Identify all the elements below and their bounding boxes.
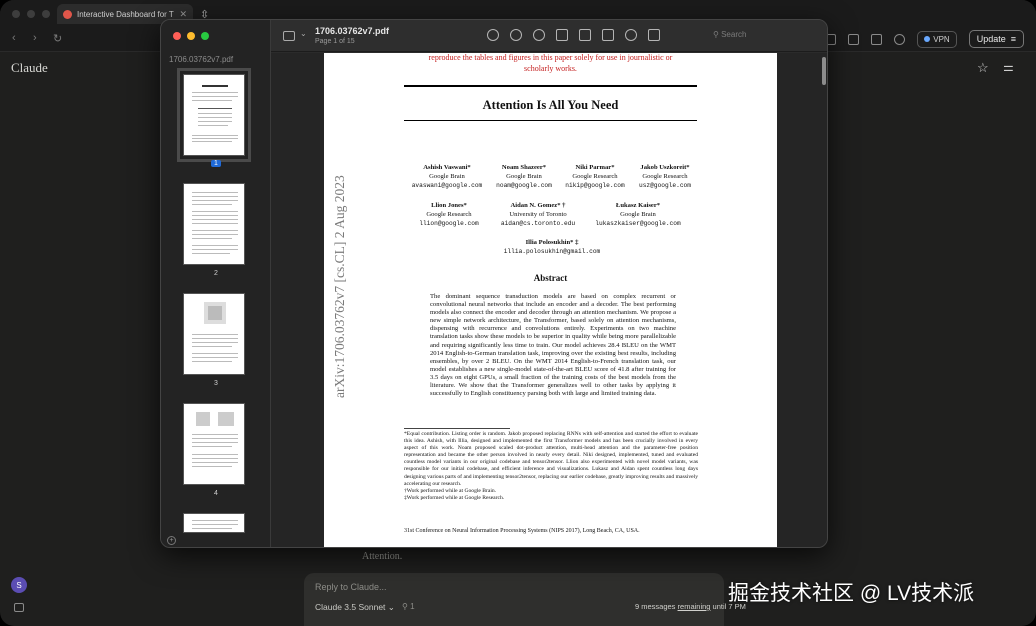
- info-icon[interactable]: [487, 29, 499, 41]
- footnote-ddagger: ‡Work performed while at Google Research…: [404, 494, 505, 501]
- sidebar-filename: 1706.03762v7.pdf: [169, 55, 234, 64]
- screenshot-icon[interactable]: [848, 33, 860, 45]
- thumbnail-number: 4: [214, 490, 218, 497]
- forward-icon[interactable]: ›: [33, 32, 37, 44]
- tab-favicon-icon: [63, 9, 72, 19]
- tab-title: Interactive Dashboard for Tra: [77, 9, 175, 19]
- search-placeholder: Search: [721, 30, 747, 39]
- author-block: Illia Polosukhin* ‡ illia.polosukhin@gmai…: [503, 239, 601, 255]
- preview-tools: [487, 29, 660, 41]
- author-block: Aidan N. Gomez* † University of Toronto ai…: [500, 202, 576, 227]
- zoom-out-icon[interactable]: [510, 29, 522, 41]
- thumbnail-number: 3: [214, 380, 218, 387]
- abstract-heading: Abstract: [533, 273, 568, 283]
- update-label: Update: [976, 34, 1006, 44]
- page-thumbnail[interactable]: [183, 183, 245, 265]
- model-selector[interactable]: Claude 3.5 Sonnet ⌄: [315, 602, 395, 613]
- watermark: 掘金技术社区 @ LV技术派: [728, 582, 975, 605]
- footnote-rule: [404, 428, 510, 429]
- author-block: Ashish Vaswani* Google Brain avaswani@goog…: [411, 164, 483, 189]
- markup-toolbar-icon[interactable]: [625, 29, 637, 41]
- close-window-button[interactable]: [173, 32, 181, 40]
- document-filename: 1706.03762v7.pdf: [315, 26, 390, 36]
- author-block: Jakob Uszkoreit* Google Research usz@googl…: [639, 164, 691, 189]
- form-fill-icon[interactable]: [648, 29, 660, 41]
- chat-partial-text: Attention.: [362, 551, 403, 562]
- window-controls[interactable]: [12, 10, 50, 18]
- thumbnail-number: 1: [161, 160, 271, 167]
- zoom-window-button[interactable]: [201, 32, 209, 40]
- search-field[interactable]: ⚲ Search: [713, 30, 746, 39]
- messages-prefix: 9 messages: [635, 602, 678, 611]
- attachment-button[interactable]: ⚲ 1: [402, 602, 415, 611]
- markup-pen-icon[interactable]: [579, 29, 591, 41]
- preview-toolbar: ⌄ 1706.03762v7.pdf Page 1 of 15 ⚲ Search: [271, 20, 827, 52]
- author-block: Noam Shazeer* Google Brain noam@google.com: [496, 164, 552, 189]
- preview-window: 1706.03762v7.pdf 1 2 3 4 + ⌄ 1706.03762v…: [160, 19, 828, 548]
- footnotes: *Equal contribution. Listing order is ra…: [404, 431, 698, 502]
- reply-placeholder: Reply to Claude...: [315, 582, 387, 592]
- vpn-button[interactable]: VPN: [917, 30, 957, 48]
- author-block: Llion Jones* Google Research llion@google.…: [419, 202, 479, 227]
- desktop-screen: Interactive Dashboard for Tra ✕ ⇳ ‹ › ↻ …: [0, 0, 1036, 626]
- minimize-window-button[interactable]: [187, 32, 195, 40]
- permission-line-1: reproduce the tables and figures in this…: [428, 53, 673, 62]
- document-viewport[interactable]: reproduce the tables and figures in this…: [271, 53, 827, 547]
- back-icon[interactable]: ‹: [12, 32, 16, 44]
- page-thumbnail[interactable]: [177, 68, 251, 162]
- reload-icon[interactable]: ↻: [53, 32, 62, 45]
- arxiv-stamp: arXiv:1706.03762v7 [cs.CL] 2 Aug 2023: [332, 175, 347, 398]
- sidebar-view-icon[interactable]: [283, 31, 295, 41]
- permission-notice: reproduce the tables and figures in this…: [324, 53, 777, 74]
- page-thumbnail[interactable]: [183, 403, 245, 485]
- footnote-dagger: †Work performed while at Google Brain.: [404, 487, 497, 494]
- rotate-icon[interactable]: [602, 29, 614, 41]
- paper-title: Attention Is All You Need: [482, 98, 619, 112]
- avatar[interactable]: S: [11, 577, 27, 593]
- wallet-icon[interactable]: [894, 33, 906, 45]
- zoom-in-icon[interactable]: [533, 29, 545, 41]
- share-icon[interactable]: [556, 29, 568, 41]
- sidebar-icon[interactable]: [871, 33, 883, 45]
- reply-input[interactable]: Reply to Claude... Claude 3.5 Sonnet ⌄ ⚲…: [304, 573, 724, 626]
- star-icon[interactable]: ☆: [977, 60, 989, 76]
- vpn-label: VPN: [933, 34, 950, 44]
- conference-note: 31st Conference on Neural Information Pr…: [404, 528, 640, 534]
- page-thumbnail[interactable]: [183, 293, 245, 375]
- page-thumbnail[interactable]: [183, 513, 245, 533]
- author-block: Niki Parmar* Google Research nikip@google.…: [565, 164, 625, 189]
- vpn-status-icon: [924, 36, 931, 42]
- title-rule-bottom: [404, 120, 697, 121]
- claude-app-title[interactable]: Claude: [11, 60, 48, 76]
- thumbnail-sidebar: 1706.03762v7.pdf 1 2 3 4 +: [161, 20, 271, 547]
- tab-close-icon[interactable]: ✕: [179, 9, 187, 20]
- sidebar-toggle-icon[interactable]: [14, 603, 24, 612]
- permission-line-2: scholarly works.: [524, 63, 577, 73]
- remaining-link[interactable]: remaining: [678, 602, 711, 611]
- author-block: Łukasz Kaiser* Google Brain lukaszkaiser@g…: [595, 202, 681, 227]
- title-rule-top: [404, 85, 697, 87]
- abstract-text: The dominant sequence transduction model…: [430, 293, 676, 398]
- menu-icon: ≡: [1010, 34, 1016, 44]
- add-page-icon[interactable]: +: [167, 536, 176, 545]
- pdf-page: reproduce the tables and figures in this…: [324, 53, 777, 547]
- browser-extensions: VPN Update ≡: [802, 30, 1024, 48]
- traffic-lights: [173, 32, 209, 40]
- document-scrollbar[interactable]: [822, 57, 826, 85]
- chevron-down-icon[interactable]: ⌄: [300, 29, 307, 38]
- page-info: Page 1 of 15: [315, 38, 355, 45]
- thumbnail-number: 2: [214, 270, 218, 277]
- update-button[interactable]: Update ≡: [968, 30, 1024, 48]
- settings-sliders-icon[interactable]: ⚌: [1003, 60, 1014, 74]
- attach-count: 1: [410, 602, 415, 611]
- footnote-contribution: *Equal contribution. Listing order is ra…: [404, 431, 698, 487]
- model-label: Claude 3.5 Sonnet: [315, 602, 386, 612]
